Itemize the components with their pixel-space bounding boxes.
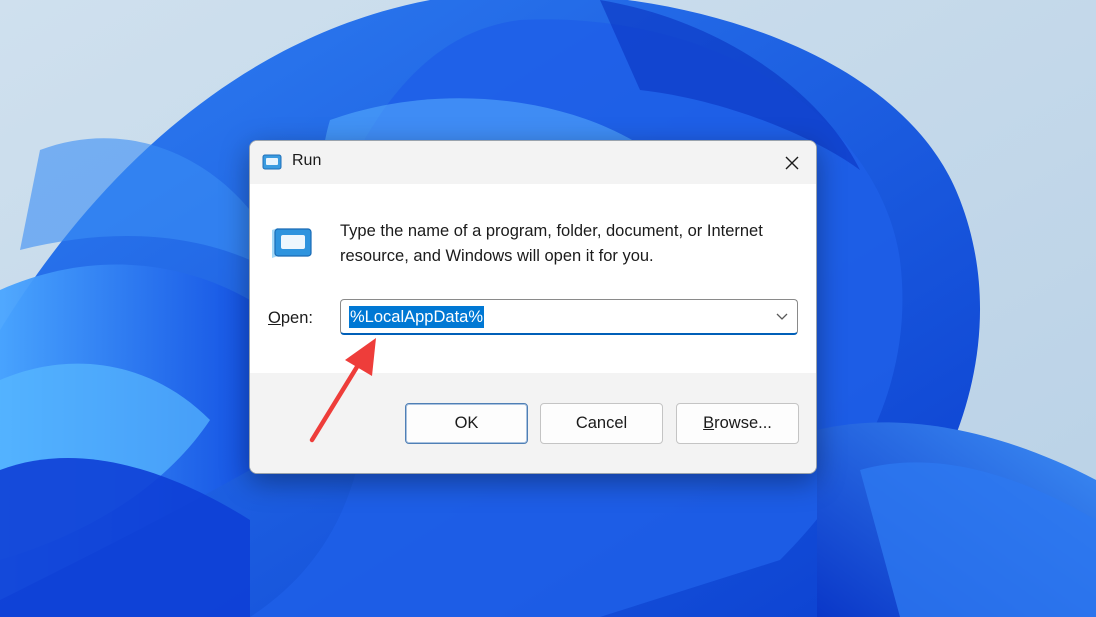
browse-label-rest: rowse... [714, 414, 772, 432]
open-input-value[interactable]: %LocalAppData% [349, 306, 484, 328]
run-dialog: Run Type the name of a program, folder, … [249, 140, 817, 474]
open-combobox[interactable]: %LocalAppData% [340, 299, 798, 335]
browse-access-key: B [703, 414, 715, 432]
open-label: Open: [268, 309, 313, 328]
chevron-down-icon[interactable] [775, 309, 789, 323]
title-bar[interactable]: Run [250, 141, 816, 184]
cancel-button[interactable]: Cancel [540, 403, 663, 444]
open-label-access-key: O [268, 309, 281, 327]
run-app-icon [272, 228, 312, 258]
window-title: Run [292, 152, 322, 169]
run-description: Type the name of a program, folder, docu… [340, 222, 763, 265]
browse-button[interactable]: Browse... [676, 403, 799, 444]
desktop: Run Type the name of a program, folder, … [0, 0, 1096, 617]
close-icon [785, 156, 799, 169]
close-button[interactable] [768, 141, 816, 184]
ok-button[interactable]: OK [405, 403, 528, 444]
run-app-icon [262, 154, 282, 170]
open-label-rest: pen: [280, 309, 313, 327]
